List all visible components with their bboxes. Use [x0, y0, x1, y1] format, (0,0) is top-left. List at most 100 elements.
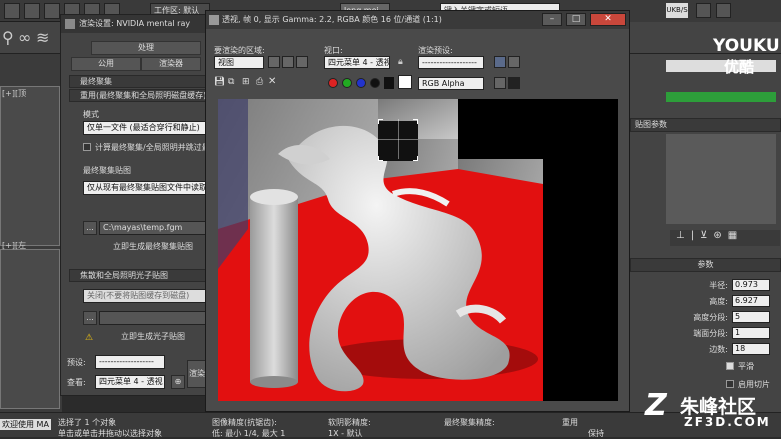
environment-icon[interactable]: [508, 56, 520, 68]
view-label: 查看:: [67, 378, 86, 387]
frame-buffer-icon: [209, 15, 219, 25]
app-menu-icon[interactable]: [4, 3, 20, 19]
view-select[interactable]: 四元菜单 4 - 透视: [95, 375, 165, 389]
copy-image-icon[interactable]: ⧉: [228, 77, 234, 87]
height-segments-label: 高度分段:: [693, 313, 728, 322]
green-channel-toggle[interactable]: [342, 78, 352, 88]
mode-label: 模式: [83, 110, 99, 119]
smooth-checkbox[interactable]: [726, 362, 734, 370]
name-field[interactable]: [666, 60, 776, 72]
section-reuse[interactable]: 重用(最终聚集和全局照明磁盘缓存): [69, 89, 209, 102]
photon-file-path-field[interactable]: [99, 311, 207, 325]
image-precision-value[interactable]: 低: 最小 1/4, 最大 1: [212, 428, 285, 439]
right-toolbar: UKB/S: [630, 0, 781, 22]
close-button[interactable]: ✕: [590, 13, 626, 26]
slice-checkbox[interactable]: [726, 380, 734, 388]
save-image-icon[interactable]: 💾︎: [214, 77, 225, 87]
generate-photon-button[interactable]: 立即生成光子贴图: [99, 331, 207, 345]
minimize-button[interactable]: –: [542, 13, 562, 26]
alpha-channel-toggle[interactable]: [370, 78, 380, 88]
mode-select[interactable]: 仅单一文件 (最适合穿行和静止): [83, 121, 207, 135]
help-icon[interactable]: [696, 3, 711, 18]
section-photon-map[interactable]: 焦散和全局照明光子贴图: [69, 269, 209, 282]
render-setup-icon[interactable]: [494, 56, 506, 68]
sides-spinner[interactable]: 18: [732, 343, 770, 355]
bind-spacewarp-icon[interactable]: ≋: [36, 28, 49, 47]
blue-channel-toggle[interactable]: [356, 78, 366, 88]
toggle-overlays-icon[interactable]: [508, 77, 520, 89]
selection-status: 选择了 1 个对象: [58, 418, 117, 427]
viewport-label: 视口:: [324, 46, 343, 55]
slice-label: 启用切片: [738, 380, 770, 389]
new-file-icon[interactable]: [24, 3, 40, 19]
viewport-label-top[interactable]: [+][顶: [2, 88, 26, 99]
monochrome-toggle[interactable]: [384, 77, 394, 89]
soft-shadow-value[interactable]: 1X - 默认: [328, 428, 363, 439]
radius-label: 半径:: [709, 281, 728, 290]
minimize-app-icon[interactable]: [716, 3, 731, 18]
preset-select[interactable]: -------------------: [95, 355, 165, 369]
fg-file-path-field[interactable]: C:\mayas\temp.fgm: [99, 221, 207, 235]
area-select[interactable]: 视图: [214, 56, 264, 69]
viewport-label-front[interactable]: [+][左: [2, 240, 26, 251]
viewport-bottom-left[interactable]: [0, 249, 60, 409]
auto-region-icon[interactable]: [282, 56, 294, 68]
cap-segments-label: 端面分段:: [693, 329, 728, 338]
calc-fg-checkbox[interactable]: [83, 143, 91, 151]
section-final-gather[interactable]: 最终聚集: [69, 75, 209, 88]
welcome-label: 欢迎使用 MA: [0, 419, 51, 430]
clone-window-icon[interactable]: ⊞: [242, 77, 250, 87]
unlink-icon[interactable]: ∞: [18, 28, 31, 47]
youku-logo: YOUKU: [713, 36, 780, 56]
zf-logo-mark: Z: [645, 388, 667, 423]
tab-common[interactable]: 公用: [71, 57, 141, 71]
map-params-rollout[interactable]: 贴图参数: [630, 118, 781, 132]
image-precision-label: 图像精度(抗锯齿):: [212, 418, 277, 427]
viewport-top-left[interactable]: [0, 86, 60, 246]
viewport-select[interactable]: 四元菜单 4 - 透视: [324, 56, 390, 69]
region-icon[interactable]: [296, 56, 308, 68]
open-file-icon[interactable]: [44, 3, 60, 19]
parameters-rollout[interactable]: 参数: [630, 258, 781, 272]
tab-renderer[interactable]: 渲染器: [141, 57, 201, 71]
frame-buffer-title-text: 透视, 帧 0, 显示 Gamma: 2.2, RGBA 颜色 16 位/通道 …: [222, 15, 442, 24]
browse-photon-button[interactable]: ...: [83, 311, 97, 325]
browse-fg-button[interactable]: ...: [83, 221, 97, 235]
prompt-hint: 单击或单击并拖动以选择对象: [58, 429, 162, 438]
calc-fg-label: 计算最终聚集/全局照明并跳过最终渲染: [95, 143, 205, 152]
render-view[interactable]: [218, 99, 618, 401]
edit-region-icon[interactable]: [268, 56, 280, 68]
modifier-stack-icons[interactable]: ⊥|⊻⊛▦: [670, 230, 780, 246]
lock-view-icon[interactable]: ⊕: [171, 375, 185, 389]
area-label: 要渲染的区域:: [214, 46, 265, 55]
radius-spinner[interactable]: 0.973: [732, 279, 770, 291]
photon-mode-select[interactable]: 关闭(不要将贴图缓存到磁盘): [83, 289, 207, 303]
height-segments-spinner[interactable]: 5: [732, 311, 770, 323]
cap-segments-spinner[interactable]: 1: [732, 327, 770, 339]
print-icon[interactable]: ⎙: [256, 77, 263, 87]
channel-select[interactable]: RGB Alpha: [418, 77, 484, 90]
final-gather-precision-label: 最终聚集精度:: [444, 418, 495, 427]
preset-label: 预设:: [67, 358, 86, 367]
maximize-button[interactable]: □: [566, 13, 586, 26]
youku-logo-cn: 优酷: [724, 58, 755, 76]
net-speed-badge: UKB/S: [666, 3, 688, 18]
lock-icon[interactable]: 🔒︎: [398, 57, 403, 67]
reuse-label: 重用: [562, 418, 578, 427]
left-viewports: [+][顶 [+][左: [0, 54, 62, 414]
generate-fg-button[interactable]: 立即生成最终聚集贴图: [99, 241, 207, 255]
frame-buffer-title: 透视, 帧 0, 显示 Gamma: 2.2, RGBA 颜色 16 位/通道 …: [206, 11, 629, 29]
fg-map-select[interactable]: 仅从现有最终聚集贴图文件中读取最终: [83, 181, 207, 195]
rendered-image: [218, 99, 618, 401]
render-button[interactable]: 渲染: [187, 360, 207, 388]
material-preview: [666, 134, 776, 224]
render-preset-select[interactable]: -------------------: [418, 56, 484, 69]
toggle-ui-icon[interactable]: [494, 77, 506, 89]
red-channel-toggle[interactable]: [328, 78, 338, 88]
tab-processing[interactable]: 处理: [91, 41, 201, 55]
height-spinner[interactable]: 6.927: [732, 295, 770, 307]
render-preset-label: 渲染预设:: [418, 46, 453, 55]
swatch-color[interactable]: [398, 75, 412, 89]
clear-icon[interactable]: ✕: [268, 76, 276, 87]
link-icon[interactable]: ⚲: [2, 28, 14, 47]
